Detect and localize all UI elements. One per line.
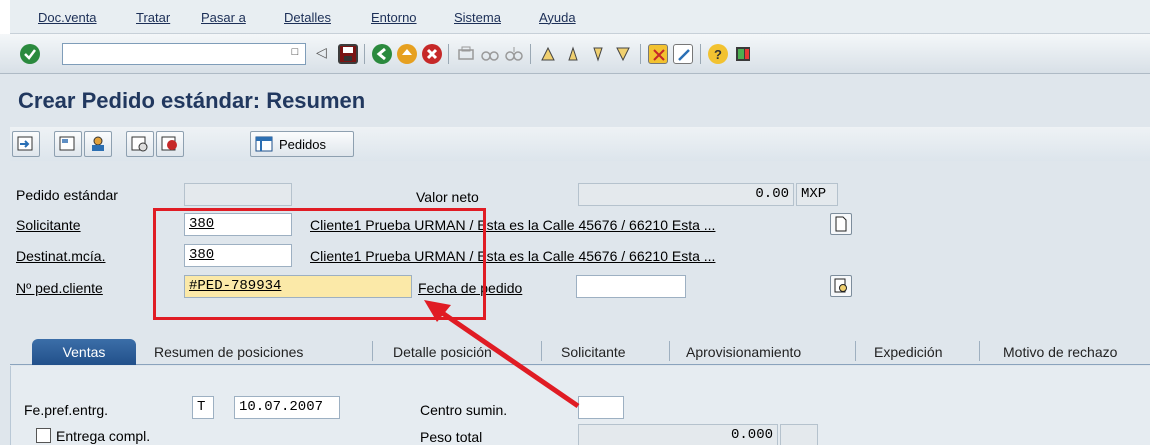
destinatario-label[interactable]: Destinat.mcía.	[16, 248, 105, 264]
tab-resumen-posiciones[interactable]: Resumen de posiciones	[154, 339, 303, 365]
cancel-icon[interactable]	[422, 44, 442, 64]
create-session-icon[interactable]	[648, 44, 668, 64]
pedido-estandar-label: Pedido estándar	[16, 187, 118, 203]
menu-detalles[interactable]: Detalles	[284, 10, 331, 25]
menu-pasar-a[interactable]: Pasar a	[201, 10, 246, 25]
centro-sumin-field[interactable]	[578, 396, 624, 419]
first-page-icon[interactable]	[538, 44, 558, 64]
tab-divider	[372, 341, 373, 361]
next-page-icon[interactable]	[588, 44, 608, 64]
previous-page-icon[interactable]	[563, 44, 583, 64]
tab-solicitante[interactable]: Solicitante	[561, 339, 626, 365]
date-type-field[interactable]: T	[192, 396, 214, 419]
tab-strip: Ventas Resumen de posiciones Detalle pos…	[10, 337, 1150, 365]
centro-sumin-label: Centro sumin.	[420, 402, 508, 418]
toolbar-separator	[700, 44, 701, 64]
fe-pref-entrg-label: Fe.pref.entrg.	[24, 402, 109, 418]
fe-pref-entrg-value: 10.07.2007	[239, 399, 324, 415]
document-search-icon	[834, 278, 847, 293]
valor-neto-value: 0.00	[755, 186, 789, 202]
peso-total-value: 0.000	[730, 427, 773, 443]
valor-neto-label: Valor neto	[416, 189, 479, 205]
tab-divider	[669, 341, 670, 361]
menu-sistema[interactable]: Sistema	[454, 10, 501, 25]
tab-divider	[855, 341, 856, 361]
enter-check-icon[interactable]	[20, 44, 40, 64]
ped-cliente-search-button[interactable]	[830, 275, 852, 297]
command-field-dropdown-icon[interactable]: □	[288, 46, 302, 61]
display-button[interactable]	[156, 131, 184, 157]
toolbar-separator	[364, 44, 365, 64]
toolbar-separator	[448, 44, 449, 64]
find-icon[interactable]	[480, 44, 500, 64]
menu-ayuda[interactable]: Ayuda	[539, 10, 576, 25]
fe-pref-entrg-field[interactable]: 10.07.2007	[234, 396, 340, 419]
currency-value: MXP	[801, 186, 827, 202]
pedido-estandar-field	[184, 183, 292, 206]
solicitante-detail-button[interactable]	[830, 213, 852, 235]
help-icon[interactable]: ?	[708, 44, 728, 64]
save-icon[interactable]	[338, 44, 358, 64]
last-page-icon[interactable]	[613, 44, 633, 64]
business-partner-button[interactable]	[84, 131, 112, 157]
entrega-compl-checkbox[interactable]	[36, 428, 51, 443]
print-icon[interactable]	[456, 44, 476, 64]
toolbar-separator	[530, 44, 531, 64]
tab-aprovisionamiento[interactable]: Aprovisionamiento	[686, 339, 801, 365]
command-field[interactable]: □	[62, 43, 306, 65]
valor-neto-field: 0.00	[578, 183, 794, 206]
svg-text:?: ?	[714, 47, 722, 62]
solicitante-label[interactable]: Solicitante	[16, 217, 81, 233]
toolbar-separator	[640, 44, 641, 64]
annotation-highlight-box	[153, 208, 486, 320]
entrega-compl-label: Entrega compl.	[56, 428, 151, 444]
layout-menu-icon[interactable]	[733, 44, 753, 64]
header-details-button[interactable]	[54, 131, 82, 157]
menu-tratar[interactable]: Tratar	[136, 10, 170, 25]
orders-list-button[interactable]	[126, 131, 154, 157]
date-type-value: T	[197, 399, 206, 415]
back-arrow-icon[interactable]: ◁	[316, 44, 336, 64]
menu-bar: Doc.venta Tratar Pasar a Detalles Entorn…	[0, 0, 1150, 34]
application-toolbar: Pedidos	[10, 127, 1150, 161]
standard-toolbar: □ ◁ ?	[0, 34, 1150, 74]
menu-bar-edge	[0, 0, 10, 34]
shortcut-icon[interactable]	[673, 44, 693, 64]
peso-total-label: Peso total	[420, 429, 483, 445]
find-next-icon[interactable]	[504, 44, 524, 64]
exit-icon[interactable]	[397, 44, 417, 64]
menu-doc-venta[interactable]: Doc.venta	[38, 10, 97, 25]
tab-expedicion[interactable]: Expedición	[874, 339, 943, 365]
pedidos-button[interactable]: Pedidos	[250, 131, 354, 157]
fecha-pedido-field[interactable]	[576, 275, 686, 298]
peso-total-field: 0.000	[578, 424, 778, 445]
peso-unit-field	[780, 424, 818, 445]
tab-divider	[979, 341, 980, 361]
document-icon	[835, 216, 847, 232]
tab-ventas[interactable]: Ventas	[32, 339, 136, 365]
tab-motivo-rechazo[interactable]: Motivo de rechazo	[1003, 339, 1117, 365]
pedidos-button-label: Pedidos	[279, 137, 326, 152]
tab-detalle-posicion[interactable]: Detalle posición	[393, 339, 492, 365]
ped-cliente-label[interactable]: Nº ped.cliente	[16, 280, 103, 296]
display-document-flow-button[interactable]	[12, 131, 40, 157]
tab-divider	[541, 341, 542, 361]
menu-entorno[interactable]: Entorno	[371, 10, 417, 25]
page-title: Crear Pedido estándar: Resumen	[18, 88, 366, 113]
currency-field: MXP	[796, 183, 838, 206]
back-icon[interactable]	[372, 44, 392, 64]
